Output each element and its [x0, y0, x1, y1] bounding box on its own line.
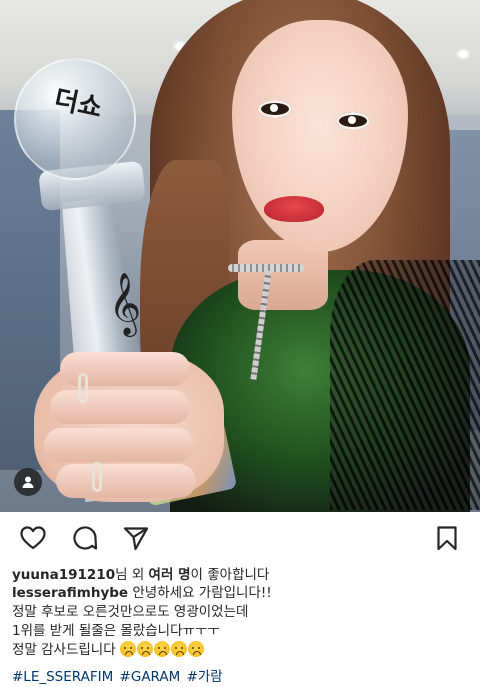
hashtag-link[interactable]: #LE_SSERAFIM [12, 669, 113, 685]
person-icon [22, 476, 34, 488]
right-eye [336, 112, 370, 130]
liker-username[interactable]: yuuna191210 [12, 567, 115, 583]
post-caption: lesserafimhybe 안녕하세요 가람입니다!! 정말 후보로 오른것만… [12, 584, 472, 660]
save-button[interactable] [433, 524, 461, 552]
finger [56, 464, 196, 498]
share-button[interactable] [122, 524, 150, 552]
hashtag-list: #LE_SSERAFIM #GARAM #가람 [12, 668, 472, 687]
crying-emoji-row [119, 641, 205, 658]
caption-text: 정말 감사드립니다 [12, 642, 120, 658]
left-eye [258, 100, 292, 118]
comment-icon [73, 526, 98, 550]
tagged-user-icon[interactable] [14, 468, 42, 496]
ring [92, 462, 102, 492]
paper-plane-icon [123, 527, 149, 551]
like-button[interactable] [19, 524, 47, 552]
caption-line: 정말 감사드립니다 [12, 641, 472, 660]
comment-button[interactable] [71, 524, 99, 552]
likes-tail: 이 좋아합니다 [190, 567, 270, 583]
ceiling-light [455, 48, 471, 60]
post-photo[interactable]: 더쇼 𝄞 [0, 0, 480, 512]
heart-icon [20, 526, 46, 550]
hashtag-link[interactable]: #GARAM [120, 669, 181, 685]
caption-line: 1위를 받게 될줄은 몰랐습니다ㅠㅜㅜ [12, 623, 220, 639]
caption-username[interactable]: lesserafimhybe [12, 585, 128, 601]
crying-face-emoji-icon [136, 641, 153, 657]
likes-others[interactable]: 여러 명 [149, 567, 191, 583]
bookmark-icon [437, 526, 457, 551]
likes-suffix: 님 외 [115, 567, 149, 583]
likes-summary: yuuna191210님 외 여러 명이 좋아합니다 [12, 566, 472, 585]
lips [264, 196, 324, 222]
crying-face-emoji-icon [153, 641, 170, 657]
post-action-bar [0, 512, 480, 562]
caption-text: 안녕하세요 가람입니다!! [128, 585, 272, 601]
caption-line: 정말 후보로 오른것만으로도 영광이었는데 [12, 604, 249, 620]
hashtag-link[interactable]: #가람 [187, 669, 223, 685]
finger [44, 428, 194, 462]
mesh-sleeve [330, 260, 480, 510]
crying-face-emoji-icon [170, 641, 187, 657]
caption-line: lesserafimhybe 안녕하세요 가람입니다!! [12, 584, 472, 603]
finger [50, 390, 190, 424]
crying-face-emoji-icon [187, 641, 204, 657]
crying-face-emoji-icon [119, 641, 136, 657]
ring [78, 373, 88, 403]
